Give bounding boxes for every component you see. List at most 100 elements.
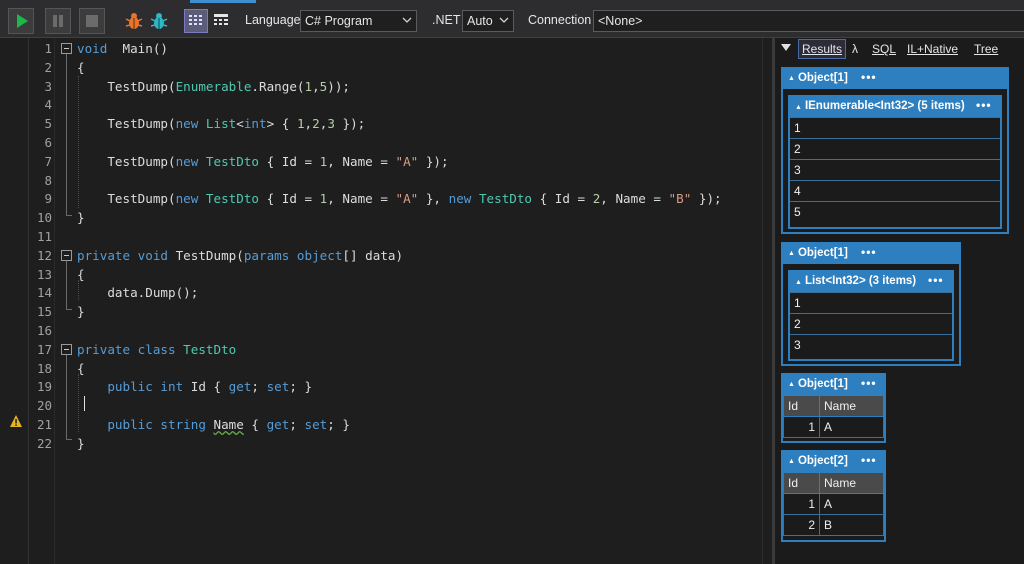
bug-teal-icon xyxy=(150,13,168,29)
stop-button[interactable] xyxy=(79,8,105,34)
line-number: 14 xyxy=(36,285,52,301)
code-token: data.Dump(); xyxy=(77,285,199,301)
language-select[interactable]: C# Program xyxy=(300,10,417,32)
code-line[interactable]: TestDump(new List<int> { 1,2,3 }); xyxy=(77,116,365,131)
code-token: [] data) xyxy=(342,247,404,263)
line-number: 16 xyxy=(36,323,52,338)
code-token: , xyxy=(312,78,320,94)
code-token: private void xyxy=(77,247,168,263)
tab-il-native[interactable]: IL+Native xyxy=(907,42,958,56)
code-token: TestDto xyxy=(471,191,533,207)
code-line[interactable]: void Main() xyxy=(77,41,168,56)
dump-header[interactable]: ▲ Object[1] ••• xyxy=(783,69,1007,89)
tab-lambda[interactable]: λ xyxy=(852,42,858,56)
dotnet-select[interactable]: Auto xyxy=(462,10,514,32)
results-pane: Results λ SQL IL+Native Tree ▲ Object[1] •… xyxy=(775,38,1024,564)
line-number: 1 xyxy=(44,41,52,56)
more-options-icon[interactable]: ••• xyxy=(861,70,877,84)
results-to-grids-button[interactable] xyxy=(184,9,208,33)
fold-guide-end xyxy=(66,439,72,440)
code-line[interactable]: } xyxy=(77,210,85,225)
debug-step-button[interactable] xyxy=(148,10,170,32)
more-options-icon[interactable]: ••• xyxy=(861,376,877,390)
column-header-name[interactable]: Name xyxy=(819,472,884,494)
connection-select[interactable]: <None> xyxy=(593,10,1024,32)
code-token: { Id = xyxy=(259,191,320,207)
more-options-icon[interactable]: ••• xyxy=(861,453,877,467)
table-cell-name: A xyxy=(819,493,884,515)
code-token: Id { xyxy=(183,379,229,395)
code-token: { Id = xyxy=(259,153,320,169)
dump-header[interactable]: ▲ Object[1] ••• xyxy=(783,375,884,395)
code-line[interactable]: private void TestDump(params object[] da… xyxy=(77,248,403,263)
column-header-id[interactable]: Id xyxy=(783,395,820,417)
dump-header[interactable]: ▲ Object[2] ••• xyxy=(783,452,884,472)
code-line[interactable]: } xyxy=(77,304,85,319)
code-token: { Id = xyxy=(532,191,593,207)
code-token: public string xyxy=(77,417,206,432)
collapse-triangle-icon: ▲ xyxy=(788,458,795,465)
dump-header[interactable]: ▲ Object[1] ••• xyxy=(783,244,959,264)
collapse-triangle-icon: ▲ xyxy=(788,381,795,388)
column-header-name[interactable]: Name xyxy=(819,395,884,417)
line-number: 20 xyxy=(36,398,52,414)
tab-results[interactable]: Results xyxy=(798,39,847,59)
fold-guide-end xyxy=(66,309,72,310)
dump-inner-header[interactable]: ▲ IEnumerable<Int32> (5 items) ••• xyxy=(790,97,1000,117)
more-options-icon[interactable]: ••• xyxy=(976,98,992,112)
tab-sql[interactable]: SQL xyxy=(872,42,896,56)
dump-title: Object[2] xyxy=(797,455,848,467)
pause-button[interactable] xyxy=(45,8,71,34)
line-number: 22 xyxy=(36,435,52,451)
code-token: TestDump( xyxy=(77,78,176,94)
language-select-value: C# Program xyxy=(305,14,373,28)
code-token: TestDto xyxy=(175,341,237,357)
line-number: 8 xyxy=(44,172,52,188)
code-line[interactable]: TestDump(Enumerable.Range(1,5)); xyxy=(77,79,350,94)
table-row: 2B xyxy=(783,514,884,536)
fold-toggle[interactable] xyxy=(61,344,72,355)
more-options-icon[interactable]: ••• xyxy=(861,245,877,259)
dotnet-select-value: Auto xyxy=(467,14,493,28)
line-number: 19 xyxy=(36,379,52,395)
code-token: private class xyxy=(77,341,176,357)
code-line[interactable]: TestDump(new TestDto { Id = 1, Name = "A… xyxy=(77,191,722,207)
code-token: TestDump( xyxy=(77,191,176,207)
code-token: } xyxy=(77,210,85,226)
more-options-icon[interactable]: ••• xyxy=(928,273,944,287)
code-token: ; } xyxy=(327,417,351,432)
code-token: }); xyxy=(691,191,722,207)
code-editor[interactable]: 1 2 3 4 5 6 7 8 9 10 11 12 13 14 15 16 17 18 19 20 21 22 void … xyxy=(0,38,772,564)
results-to-text-button[interactable] xyxy=(210,9,234,33)
dump-inner-header[interactable]: ▲ List<Int32> (3 items) ••• xyxy=(790,272,952,292)
code-token: 1 xyxy=(304,78,313,94)
fold-guide xyxy=(66,261,67,309)
code-line[interactable]: } xyxy=(77,436,85,451)
tab-tree[interactable]: Tree xyxy=(974,42,998,56)
code-line[interactable]: private class TestDto xyxy=(77,342,236,357)
connection-select-value: <None> xyxy=(598,14,643,28)
warning-icon[interactable] xyxy=(9,414,23,428)
code-line[interactable]: TestDump(new TestDto { Id = 1, Name = "A… xyxy=(77,153,448,169)
code-token: , Name = xyxy=(327,191,396,207)
editor-scrollbar[interactable] xyxy=(762,38,772,564)
code-token: 2 xyxy=(312,116,320,132)
debug-button[interactable] xyxy=(123,10,145,32)
fold-toggle[interactable] xyxy=(61,43,72,54)
collapse-triangle-icon[interactable] xyxy=(781,44,791,52)
line-number: 6 xyxy=(44,135,52,150)
data-table: Id Name 1A 2B xyxy=(783,472,884,536)
code-line[interactable]: data.Dump(); xyxy=(77,285,198,300)
code-line[interactable]: public int Id { get; set; } xyxy=(77,379,312,394)
collapse-triangle-icon: ▲ xyxy=(788,75,795,82)
code-line[interactable]: public string Name { get; set; } xyxy=(77,417,350,432)
run-button[interactable] xyxy=(8,8,34,34)
column-header-id[interactable]: Id xyxy=(783,472,820,494)
code-token: params object xyxy=(243,247,343,263)
code-token: 3 xyxy=(327,116,335,132)
collapse-triangle-icon: ▲ xyxy=(795,279,802,286)
line-number: 18 xyxy=(36,360,52,376)
code-line[interactable]: { xyxy=(77,60,85,75)
chevron-down-icon xyxy=(402,17,412,23)
fold-toggle[interactable] xyxy=(61,250,72,261)
